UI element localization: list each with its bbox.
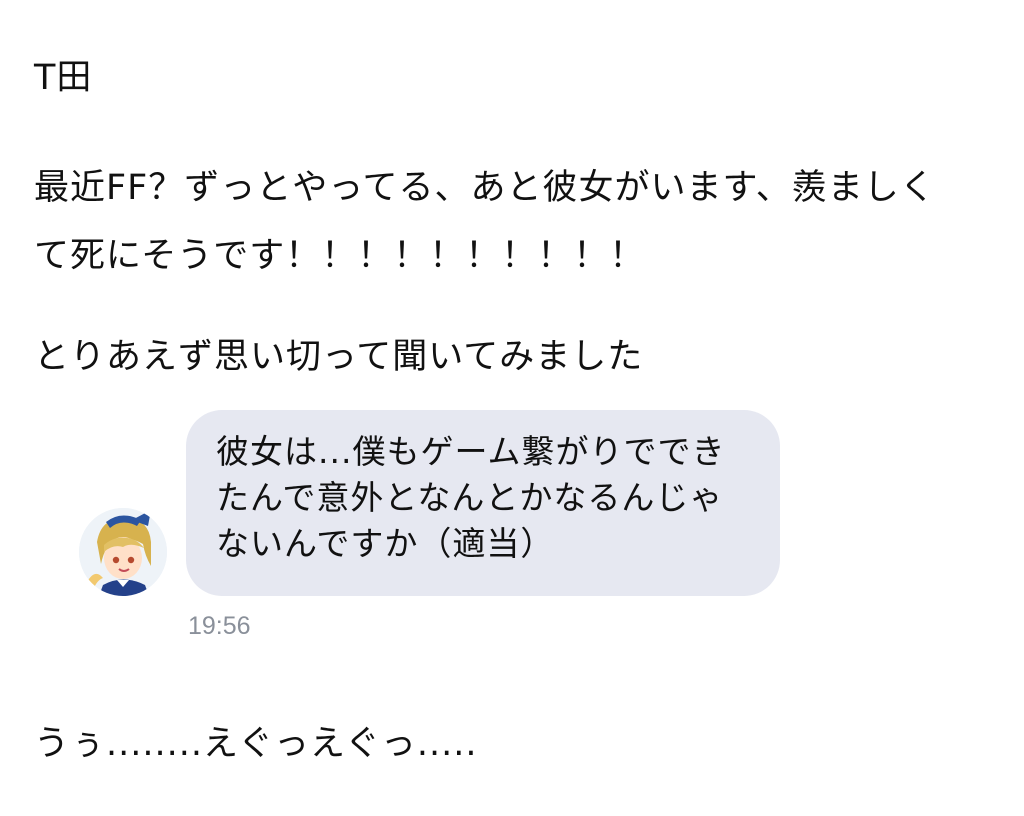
- post-intro-line-1: 最近FF？ずっとやってる、あと彼女がいます、羨ましく: [34, 168, 936, 208]
- anime-character-avatar-icon: [79, 508, 167, 596]
- chat-message-bubble: 彼女は...僕もゲーム繋がりででき たんで意外となんとかなるんじゃ ないんですか…: [186, 410, 780, 596]
- post-ask-line: とりあえず思い切って聞いてみました: [34, 337, 644, 377]
- post-reaction-line: うぅ........えぐっえぐっ.....: [34, 724, 478, 764]
- chat-message-line-3: ないんですか（適当）: [216, 524, 555, 563]
- post-name-line: T田: [34, 58, 93, 98]
- chat-timestamp: 19:56: [188, 612, 251, 640]
- chat-message-line-1: 彼女は...僕もゲーム繋がりででき: [216, 432, 726, 471]
- chat-message-line-2: たんで意外となんとかなるんじゃ: [216, 478, 724, 517]
- post-intro-line-2: て死にそうです！！！！！！！！！！: [34, 236, 646, 276]
